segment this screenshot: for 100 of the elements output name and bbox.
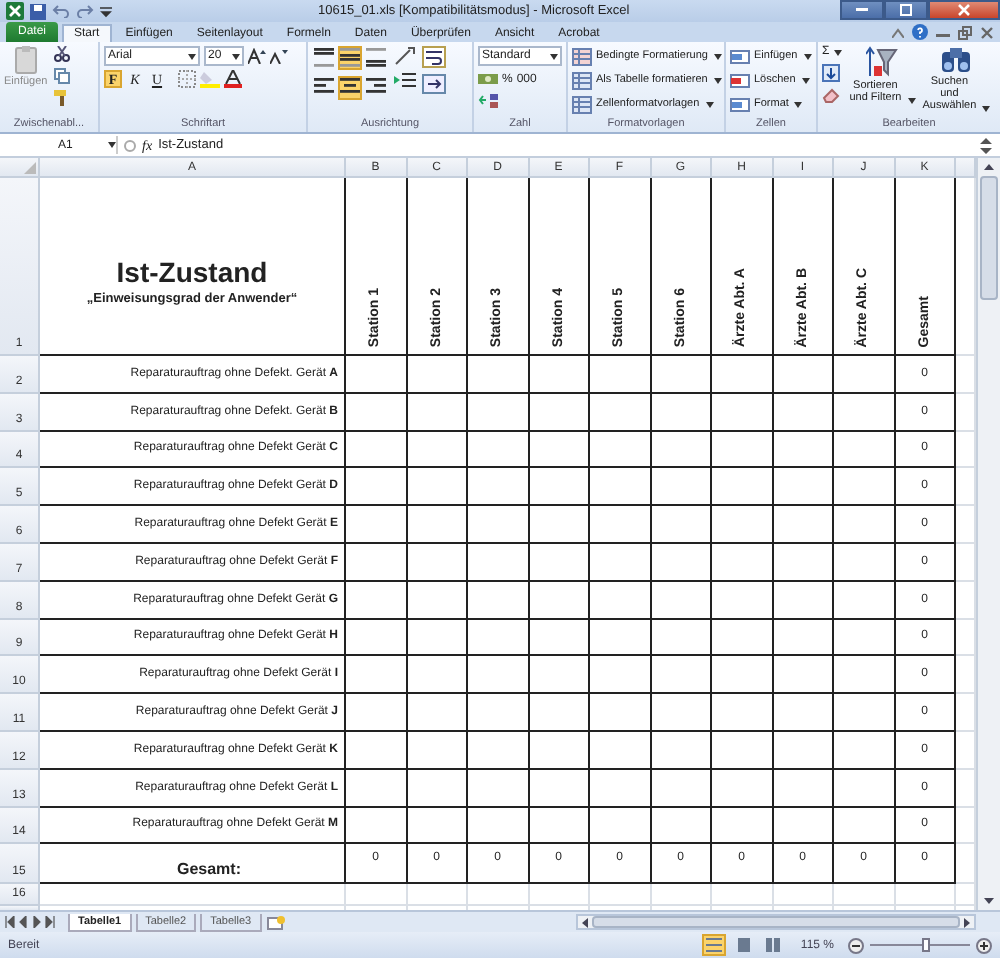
border-icon[interactable] <box>178 70 196 88</box>
view-button[interactable] <box>702 934 727 956</box>
scissors-icon[interactable] <box>53 46 70 62</box>
align-lines-icon <box>340 48 360 68</box>
table-cell <box>895 884 956 907</box>
table-cell <box>346 431 407 469</box>
table-cell <box>712 431 773 469</box>
close-icon[interactable] <box>980 25 994 39</box>
table-cell <box>346 506 407 544</box>
table-cell <box>590 807 651 845</box>
restore-icon[interactable] <box>958 25 972 39</box>
sheet-title: Ist-Zustand <box>116 255 268 287</box>
redo-icon[interactable] <box>76 4 94 18</box>
scroll-up-icon[interactable] <box>984 164 994 170</box>
clipboard-icon <box>13 46 38 74</box>
vertical-scrollbar[interactable] <box>976 158 1000 910</box>
eraser-icon[interactable] <box>822 88 840 104</box>
table-cell <box>590 694 651 732</box>
zoom-in-icon[interactable] <box>976 937 992 953</box>
text-orientation-icon[interactable] <box>394 46 416 66</box>
align-lines-icon <box>314 78 334 98</box>
collapse-ribbon-icon[interactable] <box>892 27 904 37</box>
table-cell <box>712 656 773 695</box>
table-cell <box>712 769 773 808</box>
scroll-left-icon[interactable] <box>582 917 588 927</box>
table-cell <box>834 731 895 770</box>
table-cell <box>407 581 468 620</box>
fill-down-icon[interactable] <box>822 64 840 82</box>
customize-toolbar-icon[interactable] <box>100 5 112 17</box>
table-cell <box>773 656 834 695</box>
table-cell <box>407 769 468 808</box>
sort-filter-icon <box>865 46 898 78</box>
table-cell <box>407 731 468 770</box>
caret-icon <box>106 142 116 148</box>
table-cell <box>834 884 895 907</box>
table-cell <box>346 393 407 432</box>
table-grid-icon <box>572 71 592 89</box>
fill-color-icon[interactable] <box>200 70 220 88</box>
undo-icon[interactable] <box>52 4 70 18</box>
table-cell <box>590 581 651 620</box>
caret-icon <box>905 98 916 105</box>
table-cell <box>651 884 712 907</box>
maximize-button[interactable] <box>884 0 928 20</box>
scroll-thumb[interactable] <box>980 176 998 300</box>
view-icon <box>736 938 753 952</box>
zoom-slider-thumb[interactable] <box>921 938 929 952</box>
table-cell <box>651 619 712 657</box>
table-cell <box>834 393 895 432</box>
table-cell <box>468 694 529 732</box>
scroll-thumb[interactable] <box>592 916 960 928</box>
table-cell <box>346 769 407 808</box>
excel-logo-icon <box>6 2 24 20</box>
brush-icon[interactable] <box>53 90 70 106</box>
expand-formula-icon[interactable] <box>978 137 994 153</box>
table-cell <box>407 694 468 732</box>
table-cell <box>651 393 712 432</box>
scroll-right-icon[interactable] <box>964 917 970 927</box>
merge-cells-icon[interactable] <box>422 74 446 94</box>
align-lines-icon <box>366 78 386 98</box>
indent-icon[interactable] <box>394 72 416 92</box>
table-cell <box>773 769 834 808</box>
table-cell <box>834 694 895 732</box>
caret-icon <box>548 53 558 59</box>
save-icon[interactable] <box>30 3 46 19</box>
circle-handle-icon[interactable] <box>124 137 136 153</box>
table-cell <box>773 468 834 507</box>
alignment-button[interactable] <box>364 46 388 70</box>
table-cell <box>773 884 834 907</box>
copy-icon[interactable] <box>53 68 70 84</box>
shrink-font-icon[interactable] <box>270 48 288 64</box>
caret-icon <box>799 77 810 83</box>
caret-icon <box>792 101 803 107</box>
sheet-navigation-icon[interactable] <box>4 916 56 928</box>
binoculars-icon <box>939 46 972 74</box>
table-cell <box>346 884 407 907</box>
insert-sheet-icon[interactable] <box>265 915 286 929</box>
decimal-icon[interactable] <box>478 92 500 110</box>
table-cell <box>773 506 834 544</box>
alignment-button[interactable] <box>338 76 362 100</box>
table-cell <box>651 431 712 469</box>
currency-icon[interactable] <box>478 70 498 88</box>
horizontal-scrollbar[interactable] <box>576 914 976 930</box>
font-color-icon[interactable] <box>224 70 242 88</box>
table-cell <box>590 468 651 507</box>
align-lines-icon <box>314 48 334 68</box>
table-cell <box>773 431 834 469</box>
table-cell <box>712 619 773 657</box>
table-cell <box>712 581 773 620</box>
minimize-button[interactable] <box>840 0 884 20</box>
help-icon[interactable] <box>912 24 928 40</box>
table-cell <box>590 656 651 695</box>
zoom-out-icon[interactable] <box>848 937 864 953</box>
alignment-button[interactable] <box>312 46 336 70</box>
close-button[interactable] <box>928 0 1000 20</box>
alignment-button[interactable] <box>338 46 362 70</box>
caret-icon <box>831 49 842 55</box>
table-cell <box>529 468 590 507</box>
grow-font-icon[interactable] <box>248 48 266 64</box>
wrap-text-icon[interactable] <box>422 46 446 68</box>
scroll-down-icon[interactable] <box>984 898 994 904</box>
